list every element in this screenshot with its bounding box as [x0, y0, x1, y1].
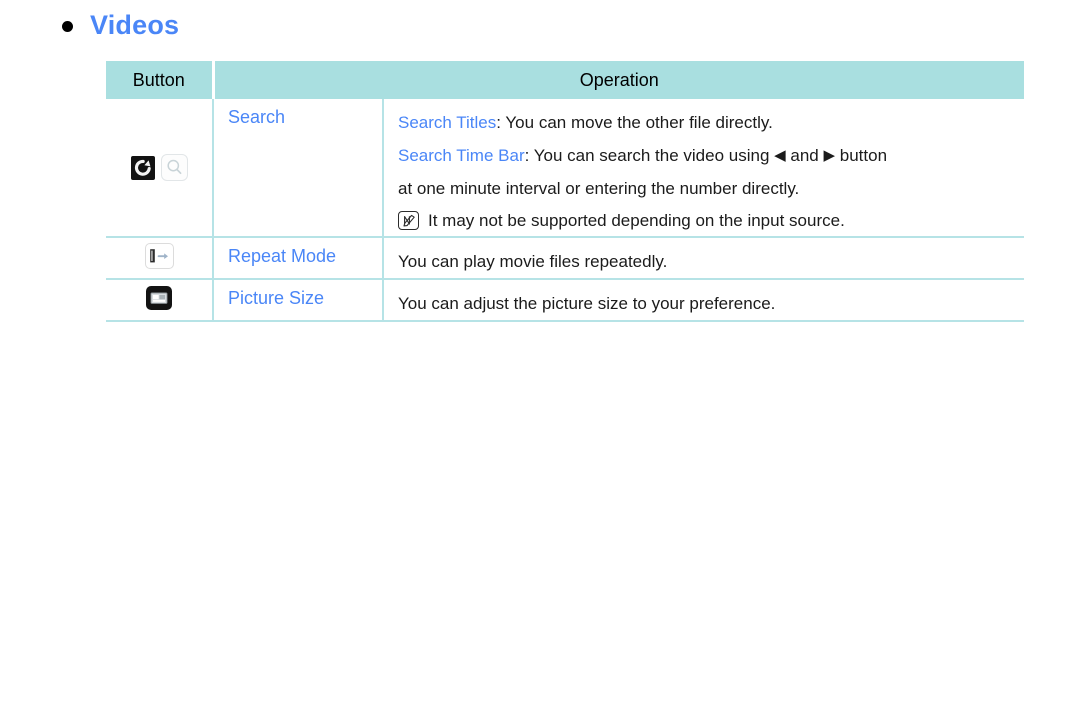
- operation-description-search: Search Titles: You can move the other fi…: [383, 99, 1024, 238]
- bullet-dot-icon: [62, 21, 73, 32]
- page-root: Videos Button Operation Search Search Ti…: [0, 0, 1080, 705]
- operation-line: You can play movie files repeatedly.: [398, 245, 1024, 278]
- operation-text: You can play movie files repeatedly.: [398, 252, 668, 271]
- operation-text: You can search the video using: [533, 146, 775, 165]
- operation-line: Search Time Bar: You can search the vide…: [398, 139, 1024, 172]
- label-text: Search: [228, 107, 286, 127]
- operation-label-picture-size: Picture Size: [213, 279, 384, 322]
- page-heading: Videos: [62, 12, 179, 39]
- operation-line: You can adjust the picture size to your …: [398, 287, 1024, 320]
- operation-description-repeat-mode: You can play movie files repeatedly.: [383, 237, 1024, 280]
- picture-size-icon: [146, 285, 172, 310]
- repeat-one-icon: [144, 242, 174, 269]
- right-arrow-icon: ▶: [823, 147, 836, 164]
- rotate-dark-icon: [130, 155, 155, 180]
- page-title: Videos: [90, 10, 180, 40]
- table-row: Picture Size You can adjust the picture …: [106, 279, 1024, 322]
- videos-button-operation-table: Button Operation Search Search Titles: Y…: [106, 61, 1024, 322]
- operation-text-after: button: [835, 146, 888, 165]
- operation-separator: :: [524, 146, 534, 165]
- operation-description-picture-size: You can adjust the picture size to your …: [383, 279, 1024, 322]
- operation-text-middle: and: [785, 146, 824, 165]
- note-text: It may not be supported depending on the…: [428, 211, 845, 230]
- operation-label-repeat-mode: Repeat Mode: [213, 237, 384, 280]
- left-arrow-icon: ◀: [774, 147, 786, 164]
- table-head: Button Operation: [106, 61, 1024, 99]
- button-icon-cell-repeat: [106, 237, 214, 280]
- table-header-row: Button Operation: [106, 61, 1024, 99]
- operation-keyword: Search Titles: [398, 113, 497, 132]
- search-magnifier-icon: [160, 154, 188, 181]
- operation-text: at one minute interval or entering the n…: [398, 179, 800, 198]
- label-text: Repeat Mode: [228, 246, 337, 266]
- table-row: Search Search Titles: You can move the o…: [106, 99, 1024, 238]
- icon-group-search: [106, 154, 212, 181]
- operation-line: Search Titles: You can move the other fi…: [398, 106, 1024, 139]
- operation-line: at one minute interval or entering the n…: [398, 172, 1024, 205]
- operation-label-search: Search: [213, 99, 384, 238]
- operation-note: It may not be supported depending on the…: [398, 205, 1024, 236]
- operation-text: You can move the other file directly.: [505, 113, 773, 132]
- operation-keyword: Search Time Bar: [398, 146, 525, 165]
- operation-text: You can adjust the picture size to your …: [398, 294, 776, 313]
- column-header-operation: Operation: [213, 61, 1024, 99]
- button-icon-cell-picture-size: [106, 279, 214, 322]
- label-text: Picture Size: [228, 288, 325, 308]
- table-row: Repeat Mode You can play movie files rep…: [106, 237, 1024, 280]
- column-header-button: Button: [106, 61, 215, 99]
- note-pencil-icon: [398, 211, 419, 230]
- table-body: Search Search Titles: You can move the o…: [106, 99, 1024, 322]
- button-icon-cell-search: [106, 99, 214, 238]
